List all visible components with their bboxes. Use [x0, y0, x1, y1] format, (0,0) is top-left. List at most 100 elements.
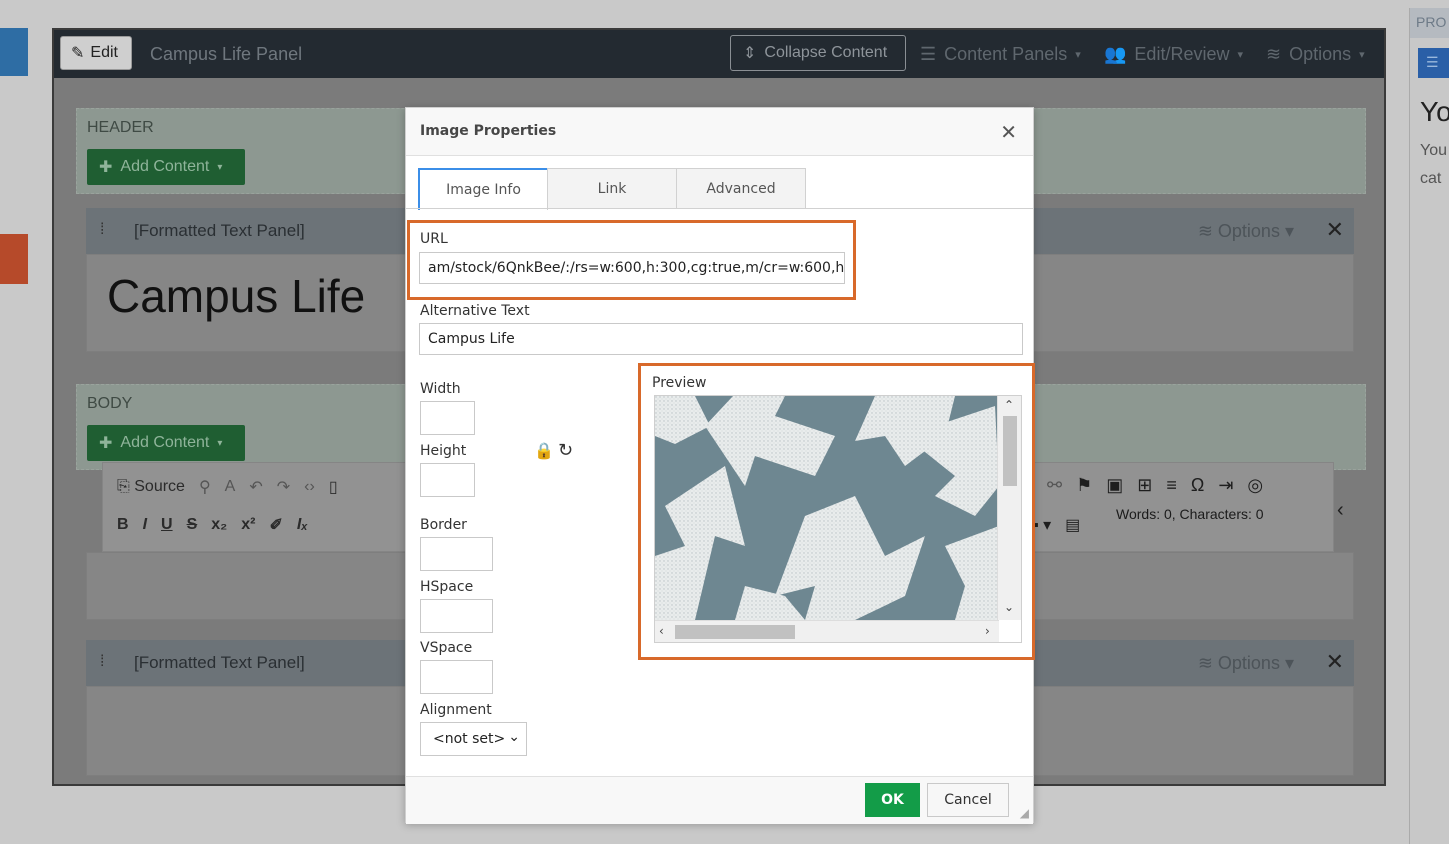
image-icon[interactable]: ▣ [1106, 475, 1123, 496]
preview-horizontal-scrollbar[interactable]: ‹ › [655, 620, 999, 642]
preview-label: Preview [652, 375, 707, 391]
close-icon[interactable]: ✕ [1000, 120, 1017, 144]
find-icon[interactable]: ⚲ [199, 477, 211, 497]
edit-review-menu[interactable]: 👥 Edit/Review ▾ [1104, 44, 1243, 65]
unlink-icon[interactable]: ⚯ [1047, 475, 1062, 496]
table-icon[interactable]: ⊞ [1137, 475, 1152, 496]
source-button[interactable]: ⎘ Source [117, 478, 185, 496]
scroll-down-icon[interactable]: ⌄ [1004, 600, 1014, 614]
omega-icon[interactable]: Ω [1191, 475, 1204, 496]
source-label: Source [134, 478, 185, 495]
hspace-label: HSpace [420, 579, 474, 595]
cancel-button[interactable]: Cancel [927, 783, 1009, 817]
collapse-content-button[interactable]: ⇕ Collapse Content [730, 35, 906, 71]
options-label: Options [1289, 44, 1352, 64]
alt-text-input[interactable]: Campus Life [419, 323, 1023, 355]
right-side-panel: PRO ☰ Yo You cat [1409, 8, 1449, 844]
vertical-scroll-thumb[interactable] [1003, 416, 1017, 486]
preview-vertical-scrollbar[interactable]: ⌃ ⌄ [997, 396, 1021, 620]
undo-icon[interactable]: ↶ [249, 477, 262, 497]
url-input[interactable]: am/stock/6QnkBee/:/rs=w:600,h:300,cg:tru… [419, 252, 845, 284]
superscript-icon[interactable]: x² [241, 516, 255, 534]
plus-icon: ✚ [99, 435, 113, 452]
panel-close-icon[interactable]: ✕ [1326, 217, 1344, 243]
panel-options-menu[interactable]: ≋ Options ▾ [1198, 221, 1294, 242]
code-icon[interactable]: ‹› [304, 478, 315, 496]
subscript-icon[interactable]: x₂ [211, 516, 227, 534]
panel-title: Campus Life Panel [150, 44, 303, 64]
tab-image-info[interactable]: Image Info [418, 168, 548, 210]
horizontal-line-icon[interactable]: ≡ [1166, 475, 1177, 496]
scroll-up-icon[interactable]: ⌃ [1004, 398, 1014, 412]
tabs-divider [406, 208, 1033, 209]
content-panels-label: Content Panels [944, 44, 1068, 64]
resize-handle-icon[interactable]: ◢ [1020, 806, 1029, 820]
replace-icon[interactable]: A [225, 478, 236, 496]
border-label: Border [420, 517, 467, 533]
rte-row-1-right: ⚯ ⚑ ▣ ⊞ ≡ Ω ⇥ ◎ [1047, 475, 1263, 496]
border-input[interactable] [420, 537, 493, 571]
tab-advanced[interactable]: Advanced [676, 168, 806, 209]
bg-color-icon[interactable]: ▪ ▾ [1033, 515, 1051, 535]
width-input[interactable] [420, 401, 475, 435]
plus-icon: ✚ [99, 159, 113, 176]
rte-collapse-icon[interactable]: ‹ [1337, 499, 1344, 522]
caret-down-icon: ▾ [1237, 49, 1243, 61]
clear-format-icon[interactable]: Iₓ [297, 516, 308, 534]
redo-icon[interactable]: ↷ [277, 477, 290, 497]
reset-size-icon[interactable]: ↻ [558, 440, 573, 461]
drag-handle-icon[interactable]: ⁞ [100, 653, 104, 671]
right-panel-header: PRO [1410, 8, 1449, 38]
hspace-input[interactable] [420, 599, 493, 633]
lock-ratio-icon[interactable]: 🔒 [534, 441, 554, 460]
image-properties-dialog: Image Properties ✕ Image Info Link Advan… [405, 107, 1035, 824]
bold-icon[interactable]: B [117, 516, 129, 534]
scroll-right-icon[interactable]: › [985, 624, 990, 638]
options-menu[interactable]: ≋ Options ▾ [1266, 44, 1365, 65]
strikethrough-icon[interactable]: S [187, 516, 198, 534]
globe-icon[interactable]: ◎ [1247, 475, 1263, 496]
dialog-title: Image Properties [420, 123, 557, 139]
add-content-button[interactable]: ✚ Add Content ▾ [87, 425, 245, 461]
url-label: URL [420, 231, 448, 247]
collapse-icon: ⇕ [743, 45, 757, 62]
template-icon[interactable]: ▤ [1065, 515, 1080, 535]
sliders-icon: ≋ [1266, 44, 1282, 64]
panel-options-menu[interactable]: ≋ Options ▾ [1198, 653, 1294, 674]
left-nav-marker [0, 234, 28, 284]
dialog-footer: OK Cancel ◢ [406, 776, 1033, 824]
header-section-label: HEADER [87, 119, 154, 136]
right-panel-list-button[interactable]: ☰ [1418, 48, 1449, 78]
panel-bar-title: [Formatted Text Panel] [134, 221, 305, 240]
vspace-label: VSpace [420, 640, 473, 656]
height-input[interactable] [420, 463, 475, 497]
panel-options-label: Options [1217, 221, 1280, 241]
flag-icon[interactable]: ⚑ [1076, 475, 1092, 496]
scroll-left-icon[interactable]: ‹ [659, 624, 664, 638]
preview-pane[interactable]: ⌃ ⌄ ‹ › [654, 395, 1022, 643]
alignment-selected-value: <not set> [433, 731, 506, 747]
format-painter-icon[interactable]: ✐ [270, 515, 283, 535]
underline-icon[interactable]: U [161, 516, 173, 534]
word-count: Words: 0, Characters: 0 [1116, 506, 1264, 522]
vspace-input[interactable] [420, 660, 493, 694]
indent-icon[interactable]: ⇥ [1218, 475, 1233, 496]
horizontal-scroll-thumb[interactable] [675, 625, 795, 639]
rte-row-1: ⎘ Source ⚲ A ↶ ↷ ‹› ▯ [117, 477, 338, 497]
edit-button[interactable]: ✎ Edit [60, 36, 132, 70]
add-content-button[interactable]: ✚ Add Content ▾ [87, 149, 245, 185]
panel-close-icon[interactable]: ✕ [1326, 649, 1344, 675]
italic-icon[interactable]: I [143, 516, 147, 534]
preview-image [655, 396, 999, 620]
drag-handle-icon[interactable]: ⁞ [100, 221, 104, 239]
dialog-header: Image Properties ✕ [406, 108, 1033, 156]
content-panels-menu[interactable]: ☰ Content Panels ▾ [920, 44, 1081, 65]
campus-life-heading: Campus Life [107, 270, 366, 322]
add-content-label: Add Content [120, 434, 210, 451]
ok-button[interactable]: OK [865, 783, 920, 817]
alignment-select[interactable]: <not set> ⌄ [420, 722, 527, 756]
document-icon[interactable]: ▯ [329, 477, 338, 497]
collapse-content-label: Collapse Content [764, 44, 888, 61]
tab-link[interactable]: Link [547, 168, 677, 209]
height-label: Height [420, 443, 467, 459]
